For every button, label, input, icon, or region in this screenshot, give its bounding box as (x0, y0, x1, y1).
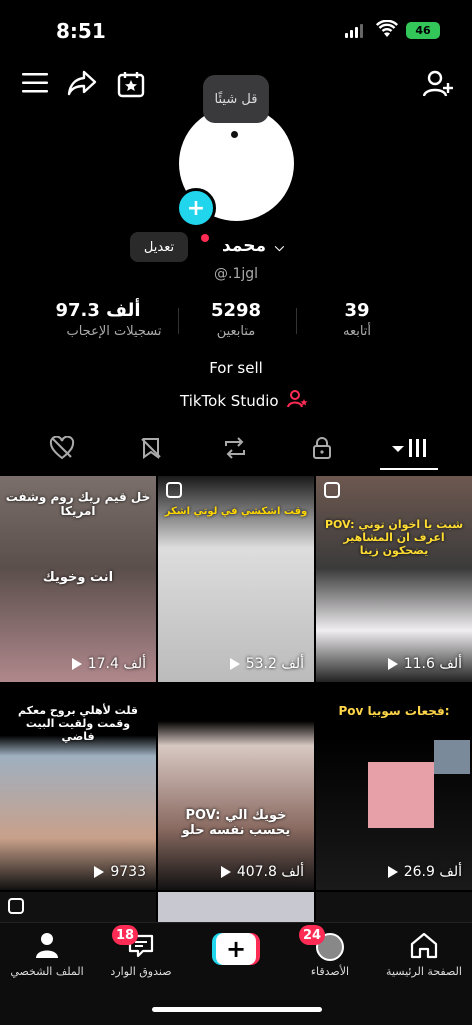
content-tabs (0, 426, 472, 470)
video-tile[interactable]: وقت اشكشي في لوتي اشكر 53.2 ألف (158, 476, 314, 682)
video-caption: خل قيم ريك روم وشفت امريكا (5, 490, 151, 518)
tiktok-studio-link[interactable]: TikTok Studio (180, 389, 309, 413)
view-count-text: 9733 (110, 864, 146, 880)
video-tile[interactable]: POV: شبت يا اخوان توني اعرف ان المشاهير … (316, 476, 472, 682)
video-caption-secondary: انت وخويك (42, 570, 114, 585)
nav-home[interactable]: الصفحة الرئيسية (377, 923, 471, 978)
tab-liked[interactable] (42, 426, 82, 470)
followers-count[interactable]: 5298 (176, 300, 296, 321)
view-count: 9733 (94, 864, 146, 880)
nav-inbox-label: صندوق الوارد (110, 965, 172, 978)
edit-profile-button[interactable]: تعديل (130, 232, 188, 262)
battery-icon: 46 (406, 22, 440, 39)
profile-bio: For sell (209, 359, 263, 377)
view-count-text: 407.8 ألف (236, 864, 304, 880)
bookmark-hidden-icon (141, 438, 161, 459)
video-tile[interactable]: خل قيم ريك روم وشفت امريكا انت وخويك 17.… (0, 476, 156, 682)
calendar-star-icon[interactable] (117, 70, 145, 98)
notification-dot (201, 234, 209, 242)
battery-level: 46 (415, 24, 431, 37)
video-tile[interactable] (0, 892, 156, 922)
view-count-text: 53.2 ألف (245, 656, 304, 672)
view-count: 26.9 ألف (387, 864, 462, 880)
tab-private[interactable] (302, 426, 342, 470)
video-caption: Pov فجعات سوبيا: (338, 704, 450, 718)
nav-create[interactable]: + (189, 923, 283, 965)
video-tile[interactable]: POV: خويك الي يحسب نفسه حلو 407.8 ألف (158, 684, 314, 890)
menu-icon[interactable] (22, 72, 48, 94)
chevron-down-icon: ⌵ (274, 240, 285, 254)
play-icon (71, 658, 82, 670)
video-caption: وقت اشكشي في لوتي اشكر (164, 506, 308, 517)
plus-icon: + (212, 933, 260, 965)
share-icon[interactable] (67, 70, 97, 96)
video-tile[interactable]: قلت لأهلي بروح معكم وقمت ولقيت البيت فاض… (0, 684, 156, 890)
friends-badge: 24 (299, 925, 325, 945)
cellular-signal-icon (345, 24, 363, 38)
studio-user-icon (286, 389, 309, 413)
status-time: 8:51 (56, 19, 106, 43)
nav-profile-label: الملف الشخصي (10, 965, 84, 978)
video-tile[interactable]: Pov فجعات سوبيا: 26.9 ألف (316, 684, 472, 890)
tab-reposts[interactable] (215, 426, 255, 470)
following-count[interactable]: 39 (297, 300, 417, 321)
view-count: 11.6 ألف (387, 656, 462, 672)
play-icon (387, 866, 398, 878)
repost-icon (225, 437, 245, 459)
heart-hidden-icon (49, 436, 75, 460)
nav-home-label: الصفحة الرئيسية (386, 965, 462, 978)
lock-icon (313, 437, 331, 459)
home-indicator (152, 1007, 322, 1012)
view-count: 407.8 ألف (220, 864, 304, 880)
profile-icon (36, 933, 58, 958)
video-tile[interactable] (158, 892, 314, 922)
tooltip-pointer (231, 131, 238, 138)
inbox-badge: 18 (112, 925, 138, 945)
video-thumbnail-inset (368, 762, 434, 828)
pinned-icon (324, 482, 340, 498)
wifi-icon (375, 19, 399, 42)
followers-label[interactable]: متابعين (176, 324, 296, 339)
play-icon (220, 866, 231, 878)
add-friend-icon[interactable] (423, 70, 453, 98)
pinned-icon (8, 898, 24, 914)
view-count: 53.2 ألف (229, 656, 304, 672)
active-tab-indicator (380, 468, 438, 470)
tab-favorites[interactable] (131, 426, 171, 470)
nav-profile[interactable]: الملف الشخصي (0, 923, 94, 978)
profile-username: @.1jgl (214, 266, 259, 282)
add-photo-button[interactable]: + (176, 188, 216, 228)
play-icon (387, 658, 398, 670)
nav-inbox[interactable]: صندوق الوارد 18 (94, 923, 188, 978)
pinned-icon (166, 482, 182, 498)
video-caption: POV: خويك الي يحسب نفسه حلو (181, 808, 291, 838)
status-tooltip[interactable]: قل شيئًا (203, 75, 269, 123)
view-count-text: 26.9 ألف (403, 864, 462, 880)
profile-name-text: محمد (222, 236, 266, 256)
profile-name[interactable]: محمد ⌵ (222, 236, 284, 256)
home-icon (410, 932, 438, 959)
grid-dropdown-icon (392, 439, 426, 457)
video-thumbnail-inset (434, 740, 470, 774)
view-count-text: 11.6 ألف (403, 656, 462, 672)
view-count-text: 17.4 ألف (87, 656, 146, 672)
view-count: 17.4 ألف (71, 656, 146, 672)
play-icon (94, 866, 105, 878)
video-tile[interactable] (316, 892, 472, 922)
video-caption: قلت لأهلي بروح معكم وقمت ولقيت البيت فاض… (17, 704, 139, 743)
video-caption: POV: شبت يا اخوان توني اعرف ان المشاهير … (324, 518, 464, 557)
tiktok-studio-label: TikTok Studio (180, 392, 279, 410)
nav-friends-label: الأصدقاء (310, 965, 350, 978)
nav-friends[interactable]: الأصدقاء 24 (283, 923, 377, 978)
likes-label: تسجيلات الإعجاب (66, 324, 162, 339)
play-icon (229, 658, 240, 670)
following-label[interactable]: أتابعه (297, 324, 417, 339)
likes-count: 97.3 ألف (55, 300, 141, 321)
tab-videos[interactable] (390, 426, 430, 470)
